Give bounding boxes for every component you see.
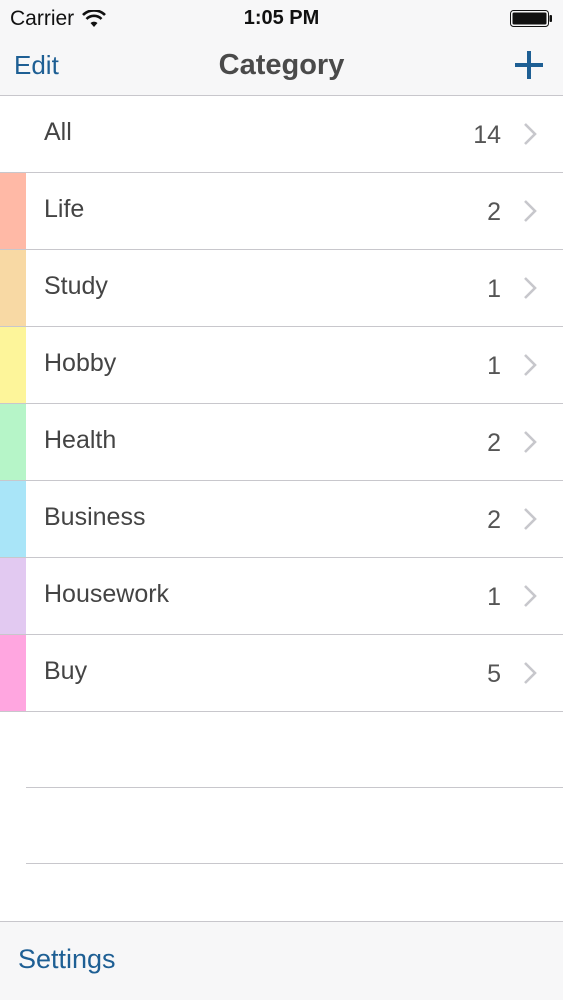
bottom-toolbar: Settings	[0, 921, 563, 1000]
status-bar: Carrier 1:05 PM	[0, 0, 563, 38]
chevron-right-icon	[524, 354, 537, 376]
category-color-swatch	[0, 404, 26, 480]
category-list: All 14 Life 2 Study 1 Hobby 1 Health 2 Business 2 Ho…	[0, 96, 563, 864]
category-color-swatch	[0, 558, 26, 634]
category-count: 14	[473, 121, 501, 149]
category-count: 2	[487, 198, 501, 226]
category-count: 2	[487, 429, 501, 457]
navigation-bar: Edit Category	[0, 38, 563, 96]
battery-icon	[510, 10, 552, 27]
chevron-right-icon	[524, 508, 537, 530]
category-count: 1	[487, 275, 501, 303]
category-color-swatch	[0, 96, 26, 172]
chevron-right-icon	[524, 200, 537, 222]
category-row[interactable]: Health 2	[0, 404, 563, 481]
category-row[interactable]: Buy 5	[0, 635, 563, 712]
category-color-swatch	[0, 173, 26, 249]
status-time: 1:05 PM	[243, 7, 320, 29]
chevron-right-icon	[524, 277, 537, 299]
category-label: Health	[44, 426, 117, 454]
category-label: Study	[44, 272, 108, 300]
chevron-right-icon	[524, 123, 537, 145]
page-title: Category	[218, 49, 345, 81]
screen: Carrier 1:05 PM Edit Category All 14 Life 2…	[0, 0, 563, 1000]
chevron-right-icon	[524, 431, 537, 453]
empty-row	[0, 712, 563, 788]
category-row[interactable]: Housework 1	[0, 558, 563, 635]
category-row[interactable]: Hobby 1	[0, 327, 563, 404]
category-color-swatch	[0, 481, 26, 557]
category-label: Buy	[44, 657, 88, 685]
category-row[interactable]: Study 1	[0, 250, 563, 327]
category-count: 1	[487, 352, 501, 380]
category-label: Housework	[44, 580, 170, 608]
category-count: 2	[487, 506, 501, 534]
category-color-swatch	[0, 250, 26, 326]
category-label: All	[44, 118, 72, 146]
category-label: Hobby	[44, 349, 117, 377]
empty-row	[0, 788, 563, 864]
chevron-right-icon	[524, 662, 537, 684]
category-color-swatch	[0, 327, 26, 403]
category-row[interactable]: Business 2	[0, 481, 563, 558]
category-color-swatch	[0, 635, 26, 711]
plus-icon[interactable]	[515, 51, 543, 79]
category-count: 5	[487, 660, 501, 688]
category-row[interactable]: All 14	[0, 96, 563, 173]
settings-button[interactable]: Settings	[18, 944, 116, 975]
category-count: 1	[487, 583, 501, 611]
row-separator	[26, 863, 563, 864]
chevron-right-icon	[524, 585, 537, 607]
category-label: Life	[44, 195, 85, 223]
category-row[interactable]: Life 2	[0, 173, 563, 250]
category-label: Business	[44, 503, 146, 531]
